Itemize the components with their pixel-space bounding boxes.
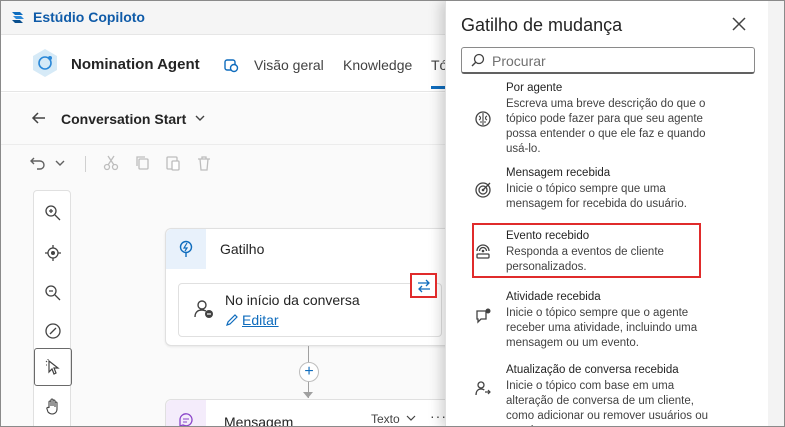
- canvas-zoom-panel: [33, 190, 72, 426]
- lightning-pin-icon: [179, 240, 193, 257]
- message-node[interactable]: Mensagem Texto ···: [165, 399, 455, 427]
- event-received-highlight: [472, 223, 701, 278]
- trigger-node-title: Gatilho: [220, 241, 265, 257]
- trigger-option-by-agent[interactable]: Por agente Escreva uma breve descrição d…: [461, 82, 761, 155]
- toolbar-divider: [85, 156, 86, 172]
- delete-icon[interactable]: [195, 154, 213, 172]
- chevron-down-icon[interactable]: [51, 154, 69, 172]
- search-icon: [471, 53, 485, 67]
- chat-activity-icon: [476, 308, 491, 324]
- chevron-down-icon[interactable]: [193, 111, 207, 125]
- hand-pan-icon[interactable]: [43, 397, 63, 417]
- agent-avatar-icon: [33, 49, 57, 77]
- trigger-option-title: Mensagem recebida: [506, 167, 611, 179]
- trigger-option-title: Por agente: [506, 82, 563, 94]
- tab-overview[interactable]: Visão geral: [254, 57, 324, 73]
- chevron-down-icon: [406, 415, 416, 421]
- message-type-dropdown[interactable]: Texto: [371, 412, 416, 426]
- trigger-option-message-received[interactable]: Mensagem recebida Inicie o tópico sempre…: [461, 167, 761, 215]
- trigger-option-title: Atualização de conversa recebida: [506, 364, 679, 376]
- zoom-out-icon[interactable]: [43, 283, 63, 303]
- target-icon: [475, 182, 491, 198]
- trigger-option-description: Inicie o tópico sempre que uma mensagem …: [506, 183, 687, 210]
- edit-link-label: Editar: [242, 312, 279, 328]
- back-arrow-icon[interactable]: [31, 110, 47, 126]
- person-chat-icon: [194, 300, 213, 318]
- trigger-option-title: Atividade recebida: [506, 291, 601, 303]
- people-update-icon: [475, 381, 491, 396]
- trigger-option-activity-received[interactable]: Atividade recebida Inicie o tópico sempr…: [461, 291, 761, 351]
- chat-bubble-icon: [179, 413, 193, 426]
- change-trigger-button[interactable]: [410, 273, 437, 298]
- trigger-condition-card[interactable]: No início da conversa Editar: [178, 283, 442, 337]
- trigger-node-header: Gatilho: [166, 229, 456, 269]
- recenter-icon[interactable]: [43, 243, 63, 263]
- trigger-option-description: Inicie o tópico sempre que o agente rece…: [506, 307, 698, 349]
- app-window: Estúdio Copiloto Nomination Agent Visão …: [0, 0, 785, 427]
- minimap-icon[interactable]: [43, 321, 63, 341]
- tab-knowledge[interactable]: Knowledge: [343, 57, 412, 73]
- pencil-icon: [226, 314, 238, 326]
- search-box[interactable]: [461, 47, 755, 74]
- message-icon-tile: [166, 400, 206, 426]
- trigger-icon-tile: [166, 229, 206, 269]
- edit-trigger-link[interactable]: Editar: [225, 312, 279, 328]
- copy-icon[interactable]: [134, 154, 152, 172]
- agent-name: Nomination Agent: [71, 56, 200, 73]
- panel-title: Gatilho de mudança: [461, 15, 623, 35]
- cut-icon[interactable]: [102, 154, 120, 172]
- paste-icon[interactable]: [164, 154, 182, 172]
- brain-icon: [475, 111, 491, 127]
- trigger-option-conversation-update[interactable]: Atualização de conversa recebida Inicie …: [461, 364, 761, 426]
- copilot-studio-logo-icon: [12, 12, 24, 23]
- message-type-label: Texto: [371, 412, 400, 426]
- agent-settings-icon[interactable]: [222, 56, 240, 74]
- search-input[interactable]: [492, 51, 747, 71]
- message-node-title: Mensagem: [224, 414, 294, 427]
- undo-icon[interactable]: [29, 154, 47, 172]
- app-title: Estúdio Copiloto: [33, 9, 145, 25]
- flow-arrow-icon: [303, 392, 313, 398]
- trigger-option-description: Inicie o tópico com base em uma alteraçã…: [506, 380, 708, 426]
- swap-arrows-icon: [418, 279, 430, 293]
- zoom-in-icon[interactable]: [43, 203, 63, 223]
- add-node-button[interactable]: +: [299, 362, 319, 382]
- close-icon[interactable]: [730, 15, 748, 33]
- scrollbar[interactable]: [768, 1, 784, 426]
- trigger-option-description: Escreva uma breve descrição do que o tóp…: [506, 98, 706, 155]
- topic-name[interactable]: Conversation Start: [61, 111, 186, 127]
- select-cursor-icon: [45, 359, 60, 375]
- trigger-condition-label: No início da conversa: [225, 292, 360, 308]
- select-tool-button[interactable]: [34, 348, 72, 386]
- change-trigger-panel: Gatilho de mudança Por agente Escreva um…: [445, 1, 768, 426]
